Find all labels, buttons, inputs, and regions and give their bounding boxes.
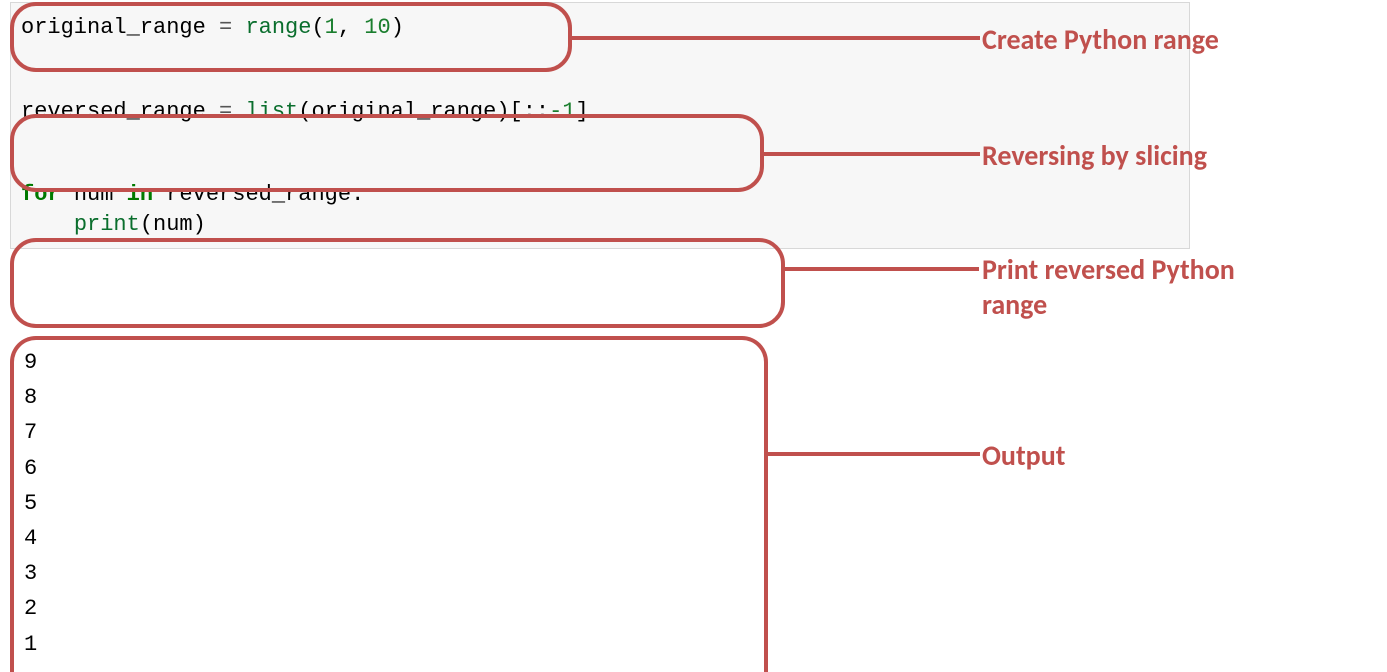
- token-neg1: -1: [549, 99, 575, 124]
- callout-output: [10, 336, 768, 672]
- token-open-paren: (: [298, 99, 311, 124]
- token-arg2: 10: [364, 15, 390, 40]
- token-space: [153, 182, 166, 207]
- token-open-paren: (: [311, 15, 324, 40]
- code-line-4: print(num): [11, 210, 1189, 240]
- callout-print-loop: [10, 238, 785, 328]
- diagram-container: original_range = range(1, 10) reversed_r…: [0, 0, 1387, 672]
- token-comma: ,: [338, 15, 364, 40]
- token-equals: =: [219, 15, 232, 40]
- token-indent: [21, 212, 74, 237]
- token-close-paren: ): [391, 15, 404, 40]
- token-space: [232, 15, 245, 40]
- token-var: original_range: [21, 15, 219, 40]
- annotation-create-range: Create Python range: [982, 22, 1219, 57]
- connector-line-4: [768, 452, 980, 456]
- code-line-2: reversed_range = list(original_range)[::…: [11, 97, 1189, 127]
- token-close-paren: ): [193, 212, 206, 237]
- token-var: reversed_range: [21, 99, 219, 124]
- token-arg1: 1: [325, 15, 338, 40]
- token-print: print: [74, 212, 140, 237]
- token-arg: original_range: [311, 99, 496, 124]
- token-slice-open: [::: [510, 99, 550, 124]
- code-line-3: for num in reversed_range:: [11, 180, 1189, 210]
- token-num-var: num: [74, 182, 127, 207]
- token-open-paren: (: [140, 212, 153, 237]
- output-block: 9 8 7 6 5 4 3 2 1: [24, 345, 37, 662]
- connector-line-3: [785, 267, 979, 271]
- token-slice-close: ]: [576, 99, 589, 124]
- token-in: in: [127, 182, 153, 207]
- annotation-reverse: Reversing by slicing: [982, 138, 1207, 173]
- token-iterable: reversed_range:: [166, 182, 364, 207]
- token-for: for: [21, 182, 61, 207]
- annotation-print: Print reversed Python range: [982, 252, 1302, 322]
- token-list: list: [245, 99, 298, 124]
- token-space: [61, 182, 74, 207]
- token-equals: =: [219, 99, 232, 124]
- token-close-paren: ): [496, 99, 509, 124]
- token-arg: num: [153, 212, 193, 237]
- token-range: range: [245, 15, 311, 40]
- annotation-output: Output: [982, 438, 1065, 473]
- token-space: [232, 99, 245, 124]
